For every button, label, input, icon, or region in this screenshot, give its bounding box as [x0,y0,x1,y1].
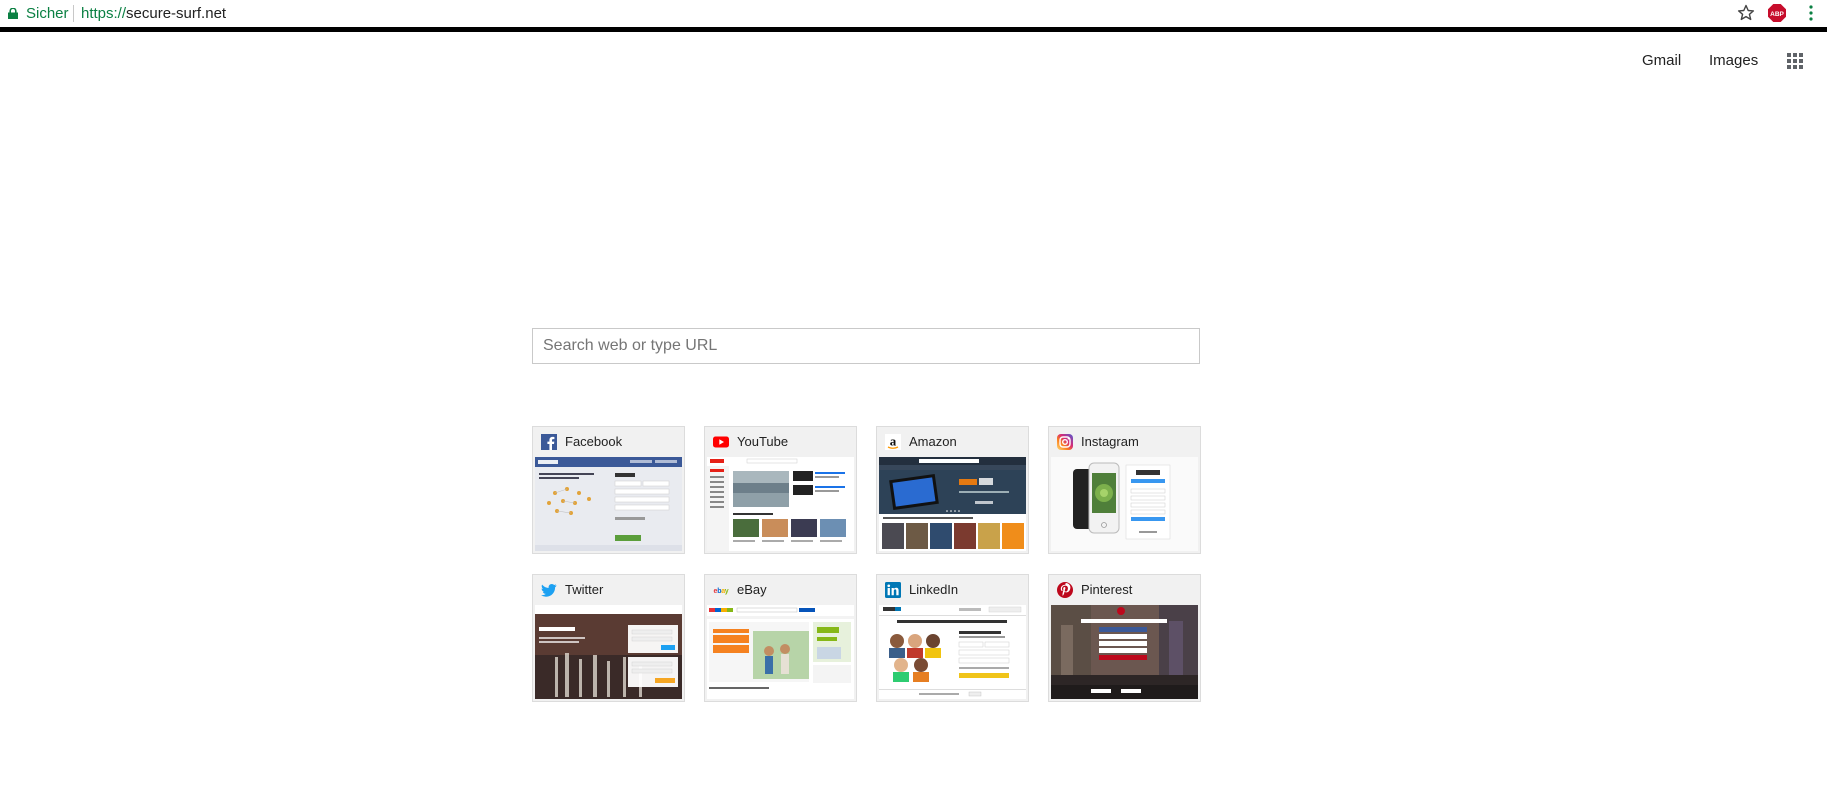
tile-amazon[interactable]: a Amazon [876,426,1029,554]
bookmark-star-icon[interactable] [1735,2,1757,24]
gmail-link[interactable]: Gmail [1642,52,1681,69]
tile-label: YouTube [737,434,789,449]
pinterest-icon [1057,582,1073,598]
tile-label: LinkedIn [909,582,959,597]
tile-label: Pinterest [1081,582,1133,597]
tile-label: eBay [737,582,767,597]
tile-linkedin[interactable]: LinkedIn [876,574,1029,702]
adblock-plus-icon[interactable]: ABP [1768,4,1786,22]
search-input[interactable] [532,328,1200,364]
instagram-icon [1057,434,1073,450]
address-bar[interactable]: Sicher https://secure-surf.net ABP [0,0,1827,32]
secure-label[interactable]: Sicher [26,5,69,22]
tile-header: Instagram [1049,427,1200,457]
linkedin-thumbnail [879,605,1026,699]
youtube-thumbnail [707,457,854,551]
tile-youtube[interactable]: YouTube [704,426,857,554]
tile-header: e b a y eBay [705,575,856,605]
pinterest-thumbnail [1051,605,1198,699]
tile-header: Facebook [533,427,684,457]
facebook-icon [541,434,557,450]
tile-pinterest[interactable]: Pinterest [1048,574,1201,702]
tile-header: a Amazon [877,427,1028,457]
amazon-thumbnail [879,457,1026,551]
adblock-plus-label: ABP [1770,11,1784,18]
twitter-icon [541,584,557,597]
images-link[interactable]: Images [1709,52,1758,69]
ebay-icon: e b a y [713,582,729,598]
twitter-thumbnail [535,605,682,699]
tile-header: Pinterest [1049,575,1200,605]
tile-facebook[interactable]: Facebook [532,426,685,554]
svg-text:a: a [890,434,897,449]
tile-ebay[interactable]: e b a y eBay [704,574,857,702]
browser-menu-icon[interactable] [1807,4,1815,22]
ebay-thumbnail [707,605,854,699]
url-host: secure-surf.net [126,5,227,22]
tile-twitter[interactable]: Twitter [532,574,685,702]
tile-label: Twitter [565,582,604,597]
instagram-thumbnail [1051,457,1198,551]
amazon-icon: a [885,434,901,450]
tile-header: Twitter [533,575,684,605]
lock-icon [8,8,18,19]
tile-label: Instagram [1081,434,1139,449]
youtube-icon [713,436,729,448]
facebook-thumbnail [535,457,682,551]
tile-instagram[interactable]: Instagram [1048,426,1201,554]
address-divider [73,5,74,22]
url-text[interactable]: https://secure-surf.net [81,5,226,22]
tile-label: Facebook [565,434,623,449]
url-scheme: https:// [81,5,127,22]
tile-header: LinkedIn [877,575,1028,605]
tile-header: YouTube [705,427,856,457]
tile-label: Amazon [909,434,957,449]
apps-grid-icon[interactable] [1787,53,1803,69]
linkedin-icon [885,582,901,598]
svg-text:y: y [725,588,729,595]
